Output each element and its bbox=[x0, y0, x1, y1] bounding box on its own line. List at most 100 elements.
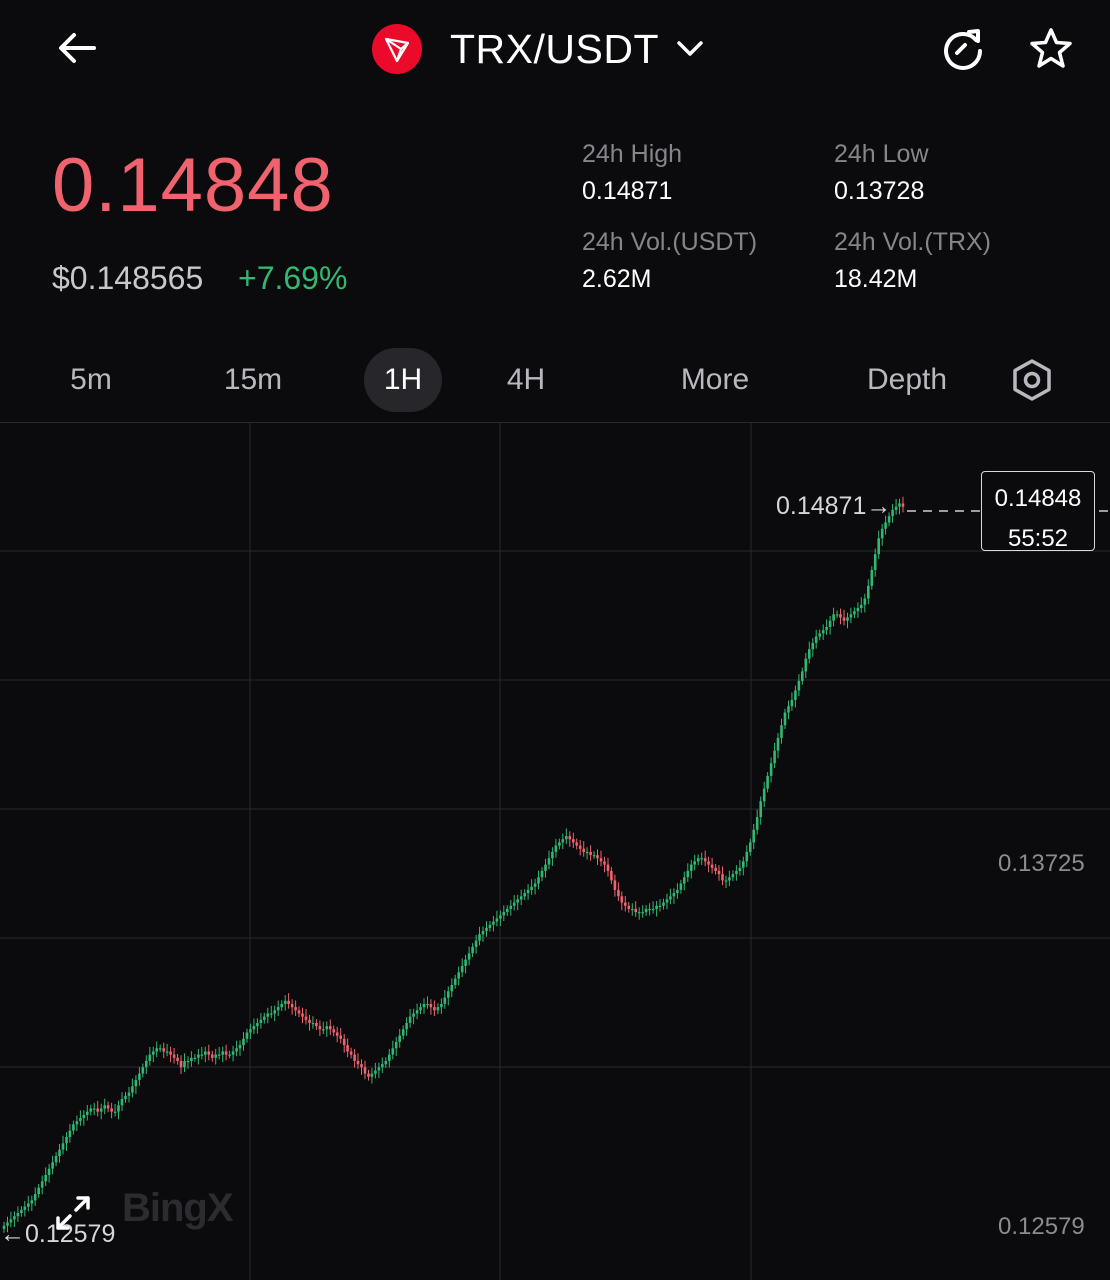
candle-up bbox=[252, 1026, 256, 1030]
candle-down bbox=[714, 867, 717, 871]
candle-up bbox=[419, 1007, 422, 1011]
candle-up bbox=[762, 788, 766, 802]
candle-down bbox=[721, 874, 724, 881]
back-button[interactable] bbox=[52, 22, 104, 74]
candle-up bbox=[72, 1124, 75, 1131]
candle-down bbox=[603, 861, 606, 865]
candle-up bbox=[749, 842, 752, 852]
candle-up bbox=[873, 554, 877, 570]
candle-down bbox=[596, 855, 599, 859]
candle-down bbox=[169, 1051, 172, 1055]
candle-up bbox=[544, 864, 547, 871]
candle-up bbox=[242, 1038, 245, 1046]
stat-24h-low-label: 24h Low bbox=[834, 140, 929, 168]
candle-up bbox=[530, 886, 533, 890]
candlestick-chart[interactable] bbox=[0, 422, 1110, 1280]
candle-up bbox=[311, 1023, 315, 1025]
candle-up bbox=[641, 912, 644, 914]
candle-up bbox=[738, 867, 742, 871]
candle-down bbox=[572, 839, 575, 843]
candle-up bbox=[533, 883, 537, 887]
candle-up bbox=[460, 965, 464, 973]
candle-down bbox=[318, 1026, 322, 1030]
chart-settings-button[interactable] bbox=[1010, 358, 1054, 402]
candle-up bbox=[790, 699, 794, 707]
candle-up bbox=[801, 671, 804, 681]
price-axis-label: 0.13725 bbox=[998, 850, 1085, 877]
candle-up bbox=[381, 1064, 384, 1068]
pair-selector[interactable]: TRX/USDT bbox=[372, 20, 707, 78]
candle-up bbox=[811, 642, 815, 650]
candle-up bbox=[516, 899, 519, 903]
candle-up bbox=[443, 997, 447, 1004]
tab-5m[interactable]: 5m bbox=[52, 348, 130, 412]
candle-up bbox=[127, 1092, 131, 1096]
tab-depth[interactable]: Depth bbox=[852, 348, 962, 412]
candle-down bbox=[162, 1048, 165, 1052]
candle-up bbox=[325, 1026, 329, 1030]
star-icon bbox=[1030, 28, 1072, 68]
candle-down bbox=[356, 1061, 360, 1065]
candle-down bbox=[624, 902, 627, 906]
candle-up bbox=[662, 902, 665, 906]
candle-down bbox=[599, 858, 603, 862]
candle-up bbox=[554, 845, 558, 852]
candle-down bbox=[287, 1000, 290, 1004]
candle-up bbox=[821, 630, 825, 634]
expand-icon bbox=[56, 1196, 90, 1230]
candle-up bbox=[585, 851, 589, 854]
candle-down bbox=[315, 1023, 318, 1027]
candle-up bbox=[464, 959, 467, 966]
header: TRX/USDT bbox=[0, 0, 1110, 100]
stat-24h-high-value: 0.14871 bbox=[582, 177, 673, 205]
tab-more[interactable]: More bbox=[664, 348, 766, 412]
candle-down bbox=[578, 845, 582, 849]
tab-1h[interactable]: 1H bbox=[364, 348, 442, 412]
candle-up bbox=[773, 750, 776, 764]
candle-up bbox=[499, 915, 502, 919]
candle-up bbox=[891, 509, 894, 517]
candle-up bbox=[273, 1010, 276, 1014]
candle-down bbox=[301, 1013, 304, 1017]
candle-up bbox=[679, 883, 683, 890]
high-price-marker: 0.14871→ bbox=[776, 492, 892, 520]
candle-down bbox=[290, 1004, 294, 1008]
candle-down bbox=[297, 1010, 301, 1014]
candle-up bbox=[755, 817, 759, 830]
candle-up bbox=[665, 899, 669, 903]
candle-up bbox=[700, 858, 703, 860]
candle-up bbox=[214, 1054, 217, 1058]
candle-up bbox=[752, 829, 755, 843]
favorite-button[interactable] bbox=[1026, 24, 1076, 74]
change-percent: +7.69% bbox=[238, 260, 348, 296]
candle-up bbox=[814, 636, 818, 643]
candle-up bbox=[394, 1042, 398, 1049]
candle-up bbox=[384, 1061, 388, 1065]
candle-up bbox=[30, 1200, 34, 1204]
candle-up bbox=[266, 1013, 270, 1017]
candle-up bbox=[457, 972, 460, 979]
candle-down bbox=[304, 1016, 308, 1020]
candle-up bbox=[391, 1048, 395, 1055]
tab-15m[interactable]: 15m bbox=[212, 348, 294, 412]
refresh-button[interactable] bbox=[938, 24, 988, 74]
candle-up bbox=[696, 858, 700, 862]
candle-up bbox=[870, 570, 874, 586]
candle-up bbox=[61, 1143, 65, 1150]
candle-up bbox=[856, 608, 860, 612]
candle-down bbox=[901, 503, 905, 507]
candle-up bbox=[849, 614, 853, 618]
candle-up bbox=[884, 522, 887, 529]
candle-down bbox=[707, 861, 710, 865]
candle-up bbox=[453, 978, 457, 985]
candle-up bbox=[408, 1016, 412, 1023]
candle-down bbox=[172, 1054, 176, 1058]
candle-up bbox=[33, 1194, 37, 1201]
candle-down bbox=[568, 836, 572, 840]
tab-4h[interactable]: 4H bbox=[490, 348, 562, 412]
candle-down bbox=[308, 1019, 311, 1023]
candle-up bbox=[276, 1007, 280, 1011]
candle-down bbox=[620, 896, 624, 903]
candle-up bbox=[197, 1054, 200, 1058]
fullscreen-button[interactable] bbox=[52, 1192, 94, 1234]
